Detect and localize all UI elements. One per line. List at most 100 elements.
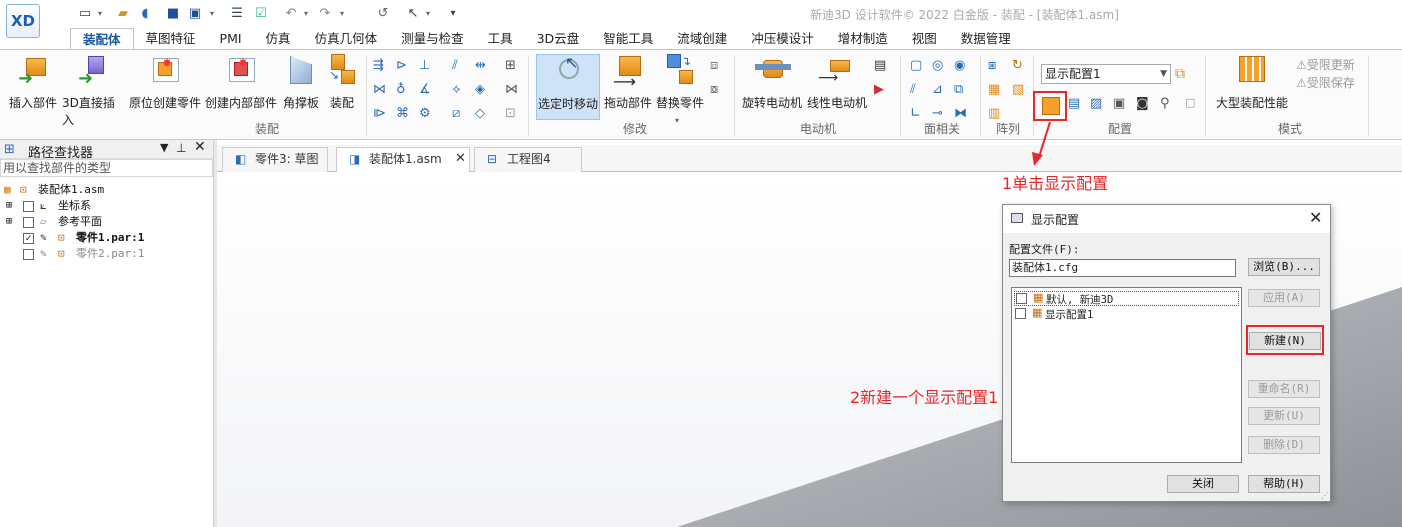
chevron-down-icon[interactable]: ▾ [675,116,679,125]
planar-align-icon[interactable]: ⊳ [396,58,412,74]
rigid-set-icon[interactable]: ◈ [475,82,491,98]
create-internal-part-button[interactable]: ✸ 创建内部部件 [204,54,278,111]
mate-icon[interactable]: ⇶ [373,58,389,74]
face-relate-4-icon[interactable]: ⫽ [910,82,926,98]
config-icon-5[interactable]: ⚲ [1160,96,1176,112]
capture-fit-icon[interactable]: ⋈ [505,82,521,98]
expand-icon[interactable]: ⊞ [6,198,12,214]
chevron-down-icon[interactable]: ▾ [338,4,346,22]
rotary-motor-button[interactable]: 旋转电动机 [741,54,803,111]
pattern-icon[interactable]: ⧆ [988,58,1004,74]
doc-tab-assembly1[interactable]: ◨ 装配体1.asm ✕ [336,147,470,173]
customize-toolbar-icon[interactable]: ▾ [444,4,462,22]
config-icon-6[interactable]: □ [1185,96,1201,112]
doc-tab-part3-sketch[interactable]: ◧ 零件3: 草图 [222,147,328,172]
help-button[interactable]: 帮助(H) [1248,475,1320,493]
visibility-checkbox[interactable] [23,217,34,228]
config-checkbox[interactable] [1016,293,1027,304]
display-config-button[interactable] [1033,91,1067,121]
visibility-checkbox-checked[interactable]: ✓ [23,233,34,244]
config-list[interactable]: ▦ 默认, 新迪3D ▦ 显示配置1 [1011,287,1242,463]
face-relate-2-icon[interactable]: ◎ [932,58,948,74]
angle-relation-icon[interactable]: ∡ [419,82,435,98]
save-all-icon[interactable]: ▣ [186,4,204,22]
tab-measure-inspect[interactable]: 测量与检查 [389,28,476,50]
visibility-checkbox[interactable] [23,249,34,260]
tab-view[interactable]: 视图 [900,28,949,50]
parallel-icon[interactable]: ⫽ [452,58,468,74]
list-item[interactable]: ▦ 显示配置1 [1014,306,1239,322]
close-icon[interactable]: ✕ [455,148,466,170]
close-icon[interactable]: ✕ [1309,208,1322,227]
face-relate-3-icon[interactable]: ◉ [954,58,970,74]
tab-assembly[interactable]: 装配体 [70,28,134,50]
cam-icon[interactable]: ⌘ [396,106,412,122]
tab-3d-cloud[interactable]: 3D云盘 [525,28,592,50]
insert-part-button[interactable]: ➜ 插入部件 [8,54,58,111]
panel-menu-icon[interactable]: ▼ [160,141,168,154]
face-relate-5-icon[interactable]: ⊿ [932,82,948,98]
replace-part-button[interactable]: ↴ 替换零件 [655,54,705,111]
select-pointer-icon[interactable]: ↖ [404,4,422,22]
chevron-down-icon[interactable]: ▾ [424,4,432,22]
disperse-icon[interactable]: ⧈ [710,58,726,74]
repeat-command-icon[interactable]: ↺ [374,4,392,22]
gear-relation-icon[interactable]: ⚙ [419,106,435,122]
browse-button[interactable]: 浏览(B)... [1248,258,1320,276]
connect-icon[interactable]: ♁ [396,82,412,98]
tab-smart-tools[interactable]: 智能工具 [591,28,665,50]
relation-types-icon[interactable]: ⊡ [505,106,521,122]
limited-save-button[interactable]: ⚠受限保存 [1296,74,1355,91]
mirror-icon[interactable]: ↻ [1012,58,1028,74]
new-file-icon[interactable]: ▭ [76,4,94,22]
chevron-down-icon[interactable]: ▾ [96,4,104,22]
open-folder-icon[interactable]: ▰ [114,4,132,22]
expand-icon[interactable]: ⊞ [6,214,12,230]
create-part-in-place-button[interactable]: ✸ 原位创建零件 [127,54,203,111]
face-relate-6-icon[interactable]: ⧉ [954,82,970,98]
close-button[interactable]: 关闭 [1167,475,1239,493]
pathfinder-search-input[interactable]: 用以查找部件的类型 [0,159,213,177]
tab-data-management[interactable]: 数据管理 [949,28,1023,50]
redo-icon[interactable]: ↷ [316,4,334,22]
tab-pmi[interactable]: PMI [208,28,254,50]
assemble-button[interactable]: ↘ 装配 [324,54,360,111]
linear-motor-button[interactable]: ⟶ 线性电动机 [806,54,868,111]
camera-icon[interactable]: ◙ [1136,96,1152,112]
duplicate-icon[interactable]: ▦ [988,82,1004,98]
rename-button[interactable]: 重命名(R) [1248,380,1320,398]
resize-grip-icon[interactable]: ⋰ [1321,491,1329,500]
save-icon[interactable]: ■ [164,4,182,22]
path-icon[interactable]: ⟡ [452,82,468,98]
tab-stamping-die[interactable]: 冲压模设计 [739,28,826,50]
new-button[interactable]: 新建(N) [1249,332,1321,350]
chevron-down-icon[interactable]: ▾ [302,4,310,22]
match-coordinate-icon[interactable]: ⧄ [452,106,468,122]
flash-fit-icon[interactable]: ◇ [475,106,491,122]
copy-component-icon[interactable]: ▧ [1012,82,1028,98]
update-button[interactable]: 更新(U) [1248,407,1320,425]
config-icon-1[interactable]: ▤ [1068,96,1084,112]
delete-button[interactable]: 删除(D) [1248,436,1320,454]
tab-sketch-features[interactable]: 草图特征 [134,28,208,50]
visibility-checkbox[interactable] [23,201,34,212]
direct-insert-3d-button[interactable]: ➜ 3D直接插入 [62,54,124,128]
axial-align-icon[interactable]: ⊥ [419,58,435,74]
recent-icon[interactable]: ◖ [136,4,154,22]
simulate-motor-icon[interactable]: ▶ [874,82,890,98]
tab-sim-geometry[interactable]: 仿真几何体 [303,28,390,50]
doc-tab-drawing4[interactable]: ⊟ 工程图4 [474,147,582,172]
limited-update-button[interactable]: ⚠受限更新 [1296,56,1355,73]
tab-tools[interactable]: 工具 [476,28,525,50]
large-assembly-button[interactable]: 大型装配性能 [1212,54,1292,111]
close-icon[interactable]: ✕ [194,139,206,155]
list-icon[interactable]: ☰ [228,4,246,22]
config-file-input[interactable]: 装配体1.cfg [1009,259,1236,277]
tab-fluid-domain[interactable]: 流域创建 [665,28,739,50]
tab-simulation[interactable]: 仿真 [254,28,303,50]
tangent-icon[interactable]: ⧐ [373,106,389,122]
relation-assist-icon[interactable]: ⊞ [505,58,521,74]
drag-component-button[interactable]: ⟶ 拖动部件 [603,54,653,111]
gusset-button[interactable]: 角撑板 [281,54,321,111]
config-icon-2[interactable]: ▨ [1090,96,1106,112]
